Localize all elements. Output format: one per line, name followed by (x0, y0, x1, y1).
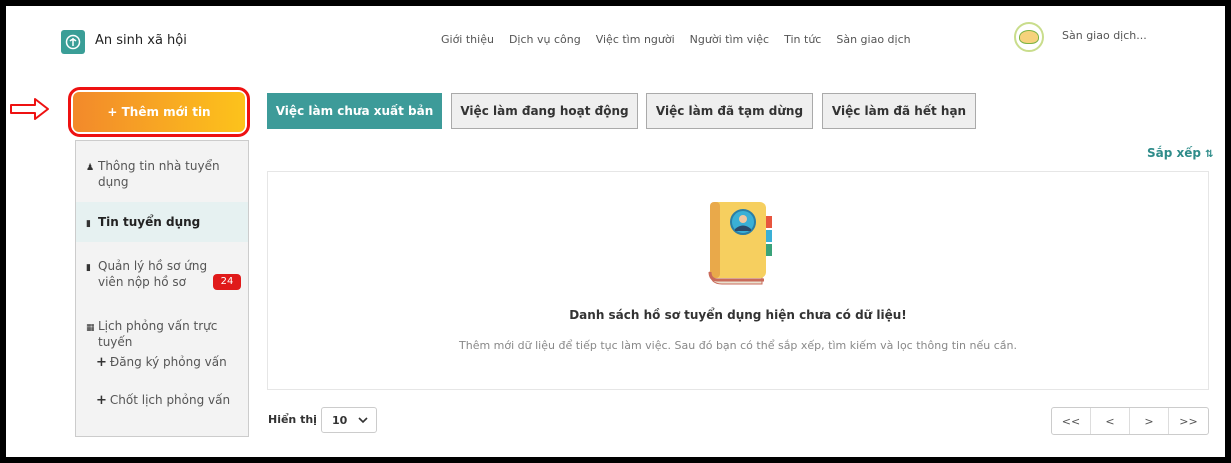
tab-active[interactable]: Việc làm đang hoạt động (451, 93, 638, 129)
app-logo-icon[interactable] (61, 30, 85, 54)
pager-last-button[interactable]: >> (1169, 408, 1208, 434)
partner-logo[interactable] (1014, 22, 1044, 52)
sidebar-item-employer-info[interactable]: ♟ Thông tin nhà tuyển dụng (76, 158, 248, 190)
app-title[interactable]: An sinh xã hội (95, 30, 187, 52)
tab-expired[interactable]: Việc làm đã hết hạn (822, 93, 976, 129)
nav-item-gioi-thieu[interactable]: Giới thiệu (441, 32, 494, 48)
sidebar-item-job-posts[interactable]: ▮ Tin tuyển dụng (76, 202, 248, 242)
contact-book-icon (708, 202, 772, 285)
sidebar-subitem-confirm-interview[interactable]: + Chốt lịch phỏng vấn (96, 392, 230, 409)
pager-first-button[interactable]: << (1052, 408, 1091, 434)
page-size-label: Hiển thị (268, 413, 317, 426)
sidebar: ♟ Thông tin nhà tuyển dụng ▮ Tin tuyển d… (75, 140, 249, 437)
plus-icon: + (96, 393, 107, 408)
sidebar-item-interview-schedule[interactable]: ▦ Lịch phỏng vấn trực tuyến (76, 318, 248, 350)
empty-state-title: Danh sách hồ sơ tuyển dụng hiện chưa có … (569, 308, 907, 322)
document-icon: ▮ (86, 219, 91, 229)
empty-state-panel: Danh sách hồ sơ tuyển dụng hiện chưa có … (267, 171, 1209, 390)
empty-state-subtitle: Thêm mới dữ liệu để tiếp tục làm việc. S… (459, 339, 1017, 352)
sidebar-item-label: Thông tin nhà tuyển dụng (98, 159, 220, 189)
add-new-button[interactable]: + Thêm mới tin (73, 92, 245, 132)
nav-item-dich-vu-cong[interactable]: Dịch vụ công (509, 32, 581, 48)
nav-item-nguoi-tim-viec[interactable]: Người tìm việc (690, 32, 769, 48)
pager-next-button[interactable]: > (1130, 408, 1169, 434)
nav-item-viec-tim-nguoi[interactable]: Việc tìm người (596, 32, 675, 48)
tab-paused[interactable]: Việc làm đã tạm dừng (646, 93, 813, 129)
arrow-right-icon (10, 98, 49, 120)
calendar-icon: ▦ (86, 323, 95, 333)
nav-item-san-giao-dich[interactable]: Sàn giao dịch (836, 32, 910, 48)
partner-name[interactable]: Sàn giao dịch... (1062, 28, 1147, 44)
user-icon: ♟ (86, 163, 95, 173)
nav-item-tin-tuc[interactable]: Tin tức (784, 32, 821, 48)
page-size-select[interactable]: 10 (321, 407, 377, 433)
sort-icon: ⇅ (1205, 149, 1214, 160)
notification-badge: 24 (213, 274, 241, 290)
main-nav: Giới thiệu Dịch vụ công Việc tìm người N… (441, 32, 926, 48)
document-icon: ▮ (86, 263, 91, 273)
chevron-down-icon (358, 417, 368, 424)
sort-button[interactable]: Sắp xếp ⇅ (1147, 145, 1214, 163)
pagination: << < > >> (1051, 407, 1209, 435)
sidebar-subitem-register-interview[interactable]: + Đăng ký phỏng vấn (96, 354, 227, 371)
tab-unpublished[interactable]: Việc làm chưa xuất bản (267, 93, 442, 129)
sidebar-item-label: Lịch phỏng vấn trực tuyến (98, 319, 218, 349)
plus-icon: + (96, 355, 107, 370)
pager-prev-button[interactable]: < (1091, 408, 1130, 434)
sidebar-item-label: Tin tuyển dụng (98, 215, 201, 229)
